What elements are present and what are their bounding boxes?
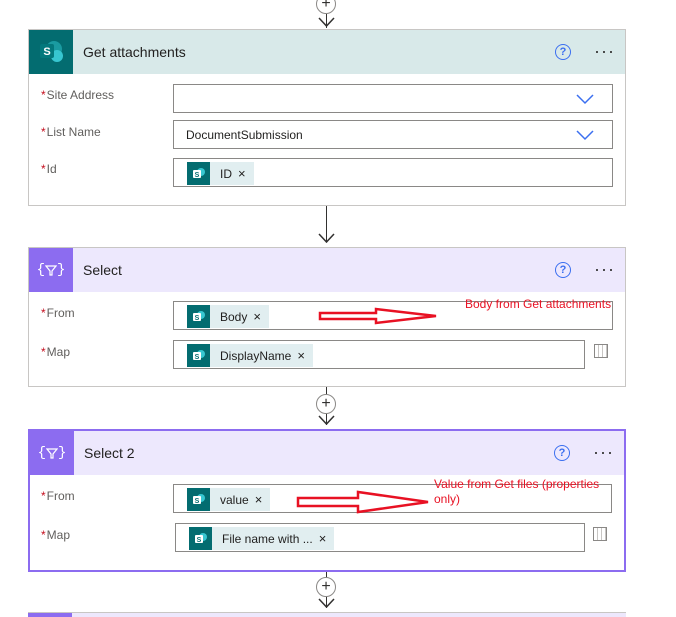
remove-token-icon[interactable]: × <box>255 492 263 507</box>
card-header[interactable]: {} Select 2 ? ··· <box>30 431 624 475</box>
remove-token-icon[interactable]: × <box>319 531 327 546</box>
arrow-down-icon <box>318 17 335 28</box>
list-name-dropdown[interactable]: DocumentSubmission <box>173 120 613 149</box>
add-step-icon[interactable]: + <box>316 577 336 597</box>
annotation-arrow <box>318 307 437 325</box>
from-label: *From <box>41 489 75 503</box>
data-operation-icon: {} <box>30 431 74 475</box>
switch-map-mode-icon[interactable] <box>594 344 608 358</box>
help-icon[interactable]: ? <box>555 44 571 60</box>
from-label: *From <box>41 306 75 320</box>
sharepoint-icon: S <box>187 344 210 367</box>
dynamic-content-token[interactable]: S ID × <box>187 162 254 185</box>
remove-token-icon[interactable]: × <box>238 166 246 181</box>
list-name-label: *List Name <box>41 125 101 139</box>
remove-token-icon[interactable]: × <box>297 348 305 363</box>
sharepoint-icon: S <box>29 30 73 74</box>
add-step-icon[interactable]: + <box>316 394 336 414</box>
next-card-header[interactable] <box>28 612 626 617</box>
sharepoint-icon: S <box>189 527 212 550</box>
list-name-value: DocumentSubmission <box>186 128 303 142</box>
annotation-note: Body from Get attachments <box>465 297 612 311</box>
more-options-icon[interactable]: ··· <box>594 42 615 60</box>
svg-text:S: S <box>194 498 199 505</box>
map-label: *Map <box>41 528 71 542</box>
dynamic-content-token[interactable]: S DisplayName × <box>187 344 313 367</box>
token-label: File name with ... <box>222 531 313 546</box>
card-header[interactable]: S Get attachments ? ··· <box>29 30 625 74</box>
arrow-down-icon <box>318 598 335 609</box>
map-field[interactable]: S DisplayName × <box>173 340 585 369</box>
switch-map-mode-icon[interactable] <box>593 527 607 541</box>
svg-text:S: S <box>43 46 50 58</box>
svg-text:S: S <box>196 537 201 544</box>
chevron-down-icon[interactable] <box>576 93 594 105</box>
svg-text:S: S <box>194 354 199 361</box>
token-label: Body <box>220 309 248 324</box>
sharepoint-icon: S <box>187 305 210 328</box>
get-attachments-card: S Get attachments ? ··· *Site Address *L… <box>28 29 626 206</box>
arrow-down-icon <box>318 415 335 426</box>
remove-token-icon[interactable]: × <box>253 309 261 324</box>
card-header[interactable]: {} Select ? ··· <box>29 248 625 292</box>
help-icon[interactable]: ? <box>554 445 570 461</box>
annotation-arrow <box>296 490 429 514</box>
svg-text:S: S <box>194 172 199 179</box>
site-address-dropdown[interactable] <box>173 84 613 113</box>
add-step-icon[interactable]: + <box>316 0 336 14</box>
svg-text:S: S <box>194 315 199 322</box>
annotation-note: Value from Get files (properties only) <box>434 477 599 507</box>
card-title: Select 2 <box>84 445 135 461</box>
card-title: Get attachments <box>83 44 186 60</box>
chevron-down-icon[interactable] <box>576 129 594 141</box>
map-label: *Map <box>41 345 71 359</box>
data-operation-icon: {} <box>29 248 73 292</box>
dynamic-content-token[interactable]: S Body × <box>187 305 269 328</box>
sharepoint-icon: S <box>187 162 210 185</box>
token-label: value <box>220 492 249 507</box>
more-options-icon[interactable]: ··· <box>594 260 615 278</box>
annotation-line: only) <box>434 492 461 506</box>
token-label: ID <box>220 166 232 181</box>
help-icon[interactable]: ? <box>555 262 571 278</box>
arrow-down-icon <box>318 233 335 244</box>
more-options-icon[interactable]: ··· <box>593 443 614 461</box>
dynamic-content-token[interactable]: S File name with ... × <box>189 527 335 550</box>
id-label: *Id <box>41 162 57 176</box>
sharepoint-icon: S <box>187 488 210 511</box>
annotation-line: Value from Get files (properties <box>434 477 600 491</box>
dynamic-content-token[interactable]: S value × <box>187 488 271 511</box>
token-label: DisplayName <box>220 348 292 363</box>
card-title: Select <box>83 262 122 278</box>
id-field[interactable]: S ID × <box>173 158 613 187</box>
site-address-label: *Site Address <box>41 88 115 102</box>
map-field[interactable]: S File name with ... × <box>175 523 585 552</box>
